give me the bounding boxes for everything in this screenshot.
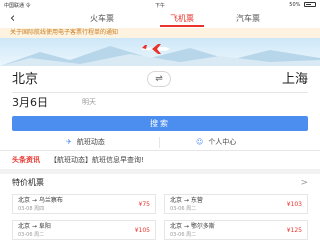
deal-date: 03-06 周二	[18, 232, 45, 238]
tab-train-tickets[interactable]: 火车票	[80, 13, 124, 27]
divider	[159, 137, 160, 148]
deal-card[interactable]: 北京 → 鄂尔多斯 03-06 周二 ¥125	[164, 220, 308, 240]
departure-date[interactable]: 3月6日	[12, 96, 48, 109]
flight-status-link[interactable]: ✈ 航班动态	[66, 137, 105, 147]
user-icon: ☺	[196, 138, 204, 146]
airplane-icon	[142, 44, 170, 54]
flight-status-label: 航班动态	[76, 138, 105, 146]
notice-bar[interactable]: 关于国际航线使用电子客票行程单的通知	[0, 28, 320, 38]
status-bar: 中国联通 令 下午 50%	[0, 0, 320, 10]
headline-news[interactable]: 头条资讯 【航班动态】航班信息早查询!	[0, 151, 320, 169]
banner-image	[0, 38, 320, 66]
deal-route: 北京 → 鄂尔多斯	[170, 223, 215, 230]
battery-percent: 50%	[289, 2, 301, 8]
special-offers-title: 特价机票	[12, 178, 44, 187]
deal-card[interactable]: 北京 → 乌兰察布 03-08 周四 ¥75	[12, 194, 156, 214]
swap-cities-icon[interactable]: ⇌	[147, 71, 171, 87]
tab-bus-tickets[interactable]: 汽车票	[226, 13, 270, 27]
personal-center-label: 个人中心	[208, 138, 237, 146]
deal-price: ¥125	[286, 227, 302, 234]
search-button[interactable]: 搜索	[12, 116, 308, 131]
back-icon[interactable]: ‹	[10, 12, 15, 25]
deal-date: 03-06 周二	[170, 232, 197, 238]
deal-route: 北京 → 乌兰察布	[18, 197, 63, 204]
ticket-type-tabs: ‹ 火车票 飞机票 汽车票	[0, 10, 320, 28]
personal-center-link[interactable]: ☺ 个人中心	[196, 137, 236, 147]
special-offers-header: 特价机票 >	[0, 174, 320, 192]
notice-text: 关于国际航线使用电子客票行程单的通知	[10, 29, 119, 36]
headline-tag: 头条资讯	[12, 156, 40, 164]
quick-links: ✈ 航班动态 ☺ 个人中心	[0, 134, 320, 151]
status-time: 下午	[154, 3, 166, 9]
tab-flight-tickets[interactable]: 飞机票	[160, 13, 204, 27]
chevron-right-icon[interactable]: >	[300, 178, 308, 188]
date-selector[interactable]: 3月6日 明天	[0, 93, 320, 113]
deal-card[interactable]: 北京 → 阜阳 03-06 周二 ¥105	[12, 220, 156, 240]
arrival-city[interactable]: 上海	[282, 72, 308, 87]
deal-route: 北京 → 东营	[170, 197, 203, 204]
headline-text: 【航班动态】航班信息早查询!	[50, 156, 144, 164]
deal-price: ¥75	[138, 201, 150, 208]
deal-route: 北京 → 阜阳	[18, 223, 51, 230]
battery-icon	[304, 2, 316, 7]
deal-card[interactable]: 北京 → 东营 03-06 周二 ¥103	[164, 194, 308, 214]
city-selector: 北京 ⇌ 上海	[0, 66, 320, 92]
deal-date: 03-06 周二	[170, 206, 197, 212]
flight-booking-page: 中国联通 令 下午 50% ‹ 火车票 飞机票 汽车票 关于国际航线使用电子客票…	[0, 0, 320, 240]
deal-price: ¥103	[286, 201, 302, 208]
carrier-label: 中国联通 令	[4, 3, 31, 9]
battery-status: 50%	[289, 2, 316, 8]
departure-city[interactable]: 北京	[12, 72, 38, 87]
departure-weekday: 明天	[82, 98, 96, 106]
flight-status-icon: ✈	[66, 138, 72, 146]
mountain-illustration	[0, 44, 320, 66]
deal-price: ¥105	[134, 227, 150, 234]
deal-date: 03-08 周四	[18, 206, 45, 212]
